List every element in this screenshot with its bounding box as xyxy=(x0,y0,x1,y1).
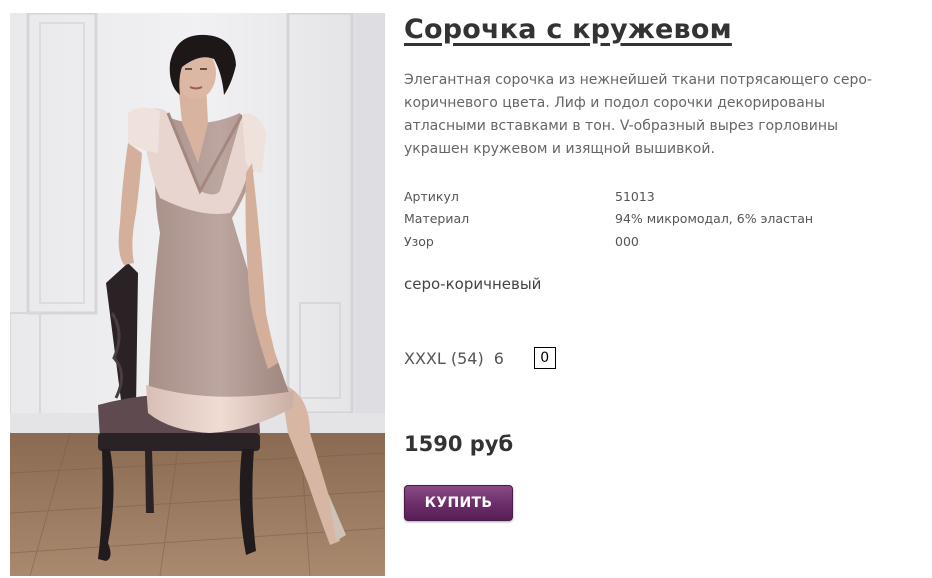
spec-value: 94% микромодал, 6% эластан xyxy=(615,211,814,227)
spec-value: 000 xyxy=(615,233,639,249)
spec-row-sku: Артикул 51013 xyxy=(404,185,884,208)
spec-value: 51013 xyxy=(615,188,655,204)
spec-label: Артикул xyxy=(404,188,459,204)
color-name: серо-коричневый xyxy=(404,275,542,293)
product-title: Сорочка с кружевом xyxy=(404,14,732,45)
size-stock-count: 6 xyxy=(493,348,504,368)
product-price: 1590 руб xyxy=(404,432,514,456)
product-photo xyxy=(10,13,385,576)
buy-button[interactable]: КУПИТЬ xyxy=(404,485,513,521)
quantity-input[interactable] xyxy=(533,347,556,369)
size-row: XXXL (54) 6 xyxy=(404,347,556,369)
spec-label: Узор xyxy=(404,233,434,249)
spec-label: Материал xyxy=(404,211,470,227)
size-label: XXXL (54) xyxy=(404,348,484,368)
product-description: Элегантная сорочка из нежнейшей ткани по… xyxy=(404,72,872,157)
product-specs: Артикул 51013 Материал 94% микромодал, 6… xyxy=(404,185,884,253)
spec-row-material: Материал 94% микромодал, 6% эластан xyxy=(404,208,884,231)
spec-row-pattern: Узор 000 xyxy=(404,230,884,253)
